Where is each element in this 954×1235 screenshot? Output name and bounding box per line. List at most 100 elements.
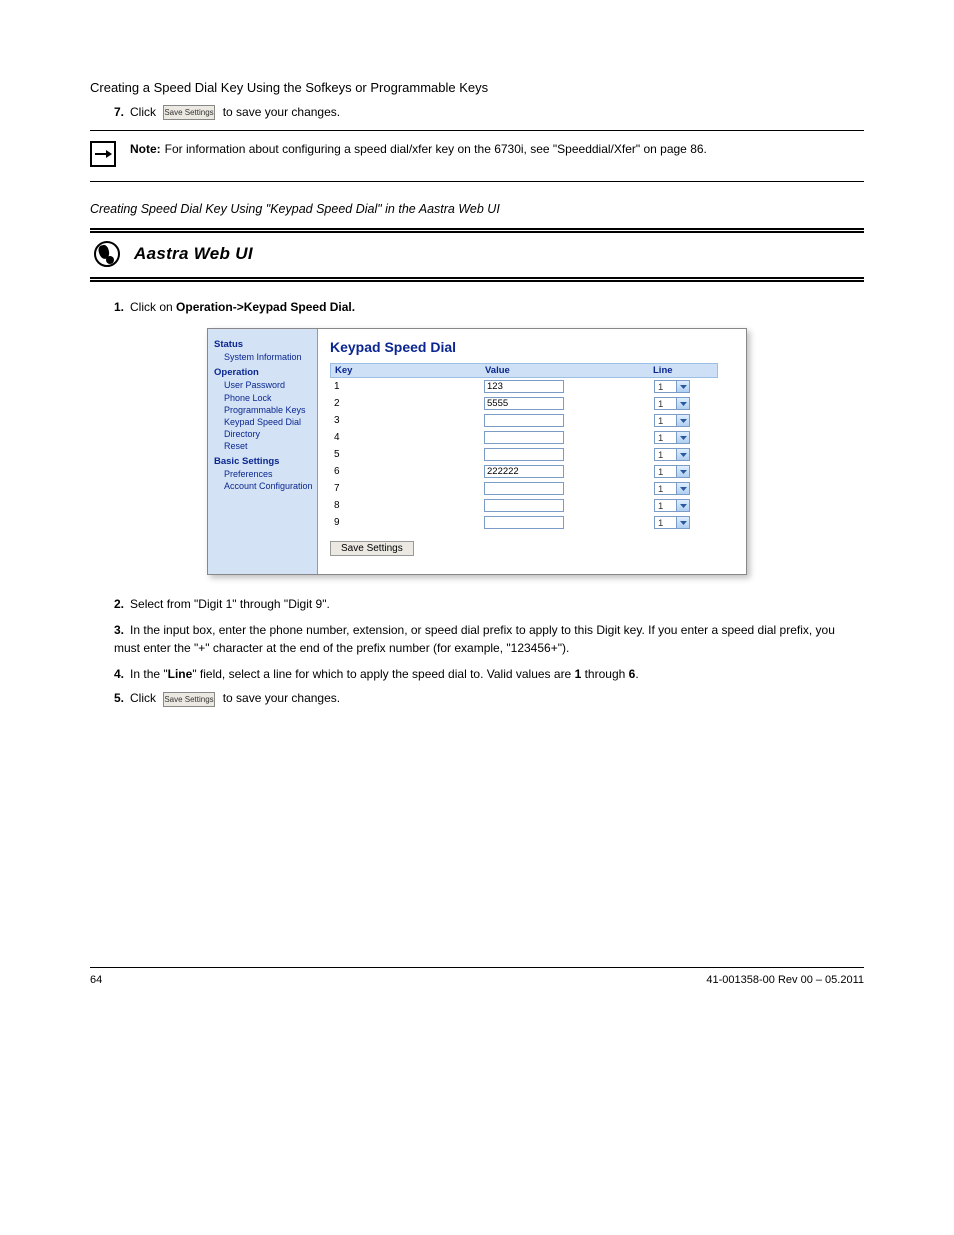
value-input-2[interactable]: [484, 397, 564, 410]
key-cell: 9: [334, 517, 484, 528]
table-header: Key Value Line: [330, 363, 718, 378]
save-settings-icon: Save Settings: [163, 105, 215, 120]
chevron-down-icon[interactable]: [676, 449, 689, 460]
page-footer: 64 41-001358-00 Rev 00 – 05.2011: [90, 967, 864, 986]
value-input-7[interactable]: [484, 482, 564, 495]
note-body: For information about configuring a spee…: [165, 142, 707, 156]
line-select-9[interactable]: 1: [654, 516, 690, 529]
step-number: 5.: [114, 691, 124, 705]
sidebar-operation[interactable]: Operation: [214, 367, 313, 378]
key-cell: 4: [334, 432, 484, 443]
chevron-down-icon[interactable]: [676, 500, 689, 511]
step-text: Click: [130, 691, 159, 705]
key-cell: 1: [334, 381, 484, 392]
page-number: 64: [90, 974, 102, 986]
section-heading-2: Creating Speed Dial Key Using "Keypad Sp…: [90, 202, 864, 216]
sidebar-item-account-config[interactable]: Account Configuration: [224, 480, 313, 492]
key-cell: 5: [334, 449, 484, 460]
key-cell: 3: [334, 415, 484, 426]
value-input-5[interactable]: [484, 448, 564, 461]
value-input-6[interactable]: [484, 465, 564, 478]
sidebar-item-programmable-keys[interactable]: Programmable Keys: [224, 404, 313, 416]
table-row: 71: [330, 480, 718, 497]
keypad-table: Key Value Line 112131415161718191: [330, 363, 718, 531]
chevron-down-icon[interactable]: [676, 483, 689, 494]
step-1: 1.Click on Operation->Keypad Speed Dial.: [114, 300, 864, 314]
col-line-header: Line: [653, 365, 713, 376]
step-number: 2.: [114, 597, 124, 611]
sidebar-item-keypad-speed-dial[interactable]: Keypad Speed Dial: [224, 416, 313, 428]
globe-icon: [94, 241, 120, 267]
table-row: 91: [330, 514, 718, 531]
table-row: 31: [330, 412, 718, 429]
step-text: through: [581, 667, 628, 681]
sidebar-item-directory[interactable]: Directory: [224, 428, 313, 440]
step-7: 7. Click Save Settings to save your chang…: [114, 105, 864, 120]
sidebar-item-phone-lock[interactable]: Phone Lock: [224, 392, 313, 404]
ui-header-text: Aastra Web UI: [134, 244, 253, 264]
svg-text:Save Settings: Save Settings: [165, 108, 214, 117]
step-text: Click: [130, 105, 159, 119]
step-number: 4.: [114, 667, 124, 681]
note-text: Note: For information about configuring a…: [130, 141, 707, 158]
line-select-8[interactable]: 1: [654, 499, 690, 512]
table-row: 51: [330, 446, 718, 463]
chevron-down-icon[interactable]: [676, 415, 689, 426]
sidebar-item-preferences[interactable]: Preferences: [224, 468, 313, 480]
step-2: 2.Select from "Digit 1" through "Digit 9…: [114, 597, 864, 611]
main-panel: Keypad Speed Dial Key Value Line 1121314…: [318, 329, 746, 574]
sidebar-item-user-password[interactable]: User Password: [224, 379, 313, 391]
table-row: 21: [330, 395, 718, 412]
save-settings-button[interactable]: Save Settings: [330, 541, 414, 556]
svg-text:Save Settings: Save Settings: [165, 695, 214, 704]
aastra-ui-header: Aastra Web UI: [90, 228, 864, 282]
step-number: 7.: [114, 105, 124, 119]
value-input-3[interactable]: [484, 414, 564, 427]
panel-title: Keypad Speed Dial: [330, 339, 718, 355]
chevron-down-icon[interactable]: [676, 466, 689, 477]
step-number: 3.: [114, 623, 124, 637]
value-input-9[interactable]: [484, 516, 564, 529]
line-select-5[interactable]: 1: [654, 448, 690, 461]
line-select-1[interactable]: 1: [654, 380, 690, 393]
step-text: In the input box, enter the phone number…: [114, 623, 835, 655]
step-text-after: to save your changes.: [219, 691, 340, 705]
value-input-4[interactable]: [484, 431, 564, 444]
chevron-down-icon[interactable]: [676, 517, 689, 528]
sidebar-status[interactable]: Status: [214, 339, 313, 350]
bold-line: Line: [168, 667, 193, 681]
table-row: 41: [330, 429, 718, 446]
sidebar-item-system-info[interactable]: System Information: [224, 351, 313, 363]
line-select-3[interactable]: 1: [654, 414, 690, 427]
step-3: 3.In the input box, enter the phone numb…: [114, 621, 864, 657]
key-cell: 7: [334, 483, 484, 494]
step-text: " field, select a line for which to appl…: [192, 667, 574, 681]
save-settings-icon: Save Settings: [163, 692, 215, 707]
arrow-right-icon: [90, 141, 116, 167]
col-key-header: Key: [335, 365, 485, 376]
operation-keypad-path: Operation->Keypad Speed Dial.: [176, 300, 355, 314]
chevron-down-icon[interactable]: [676, 381, 689, 392]
step-text-after: to save your changes.: [219, 105, 340, 119]
value-input-1[interactable]: [484, 380, 564, 393]
chevron-down-icon[interactable]: [676, 432, 689, 443]
line-select-2[interactable]: 1: [654, 397, 690, 410]
value-input-8[interactable]: [484, 499, 564, 512]
step-text: In the ": [130, 667, 168, 681]
step-text: .: [635, 667, 638, 681]
table-row: 61: [330, 463, 718, 480]
line-select-6[interactable]: 1: [654, 465, 690, 478]
line-select-4[interactable]: 1: [654, 431, 690, 444]
table-row: 81: [330, 497, 718, 514]
sidebar-basic-settings[interactable]: Basic Settings: [214, 456, 313, 467]
sidebar: Status System Information Operation User…: [208, 329, 318, 574]
step-5: 5. Click Save Settings to save your chang…: [114, 691, 864, 706]
col-value-header: Value: [485, 365, 653, 376]
line-select-7[interactable]: 1: [654, 482, 690, 495]
step-text: Click on: [130, 300, 176, 314]
note-label: Note:: [130, 142, 161, 156]
chevron-down-icon[interactable]: [676, 398, 689, 409]
sidebar-item-reset[interactable]: Reset: [224, 440, 313, 452]
section-heading: Creating a Speed Dial Key Using the Sofk…: [90, 80, 864, 95]
web-ui-screenshot: Status System Information Operation User…: [207, 328, 747, 575]
